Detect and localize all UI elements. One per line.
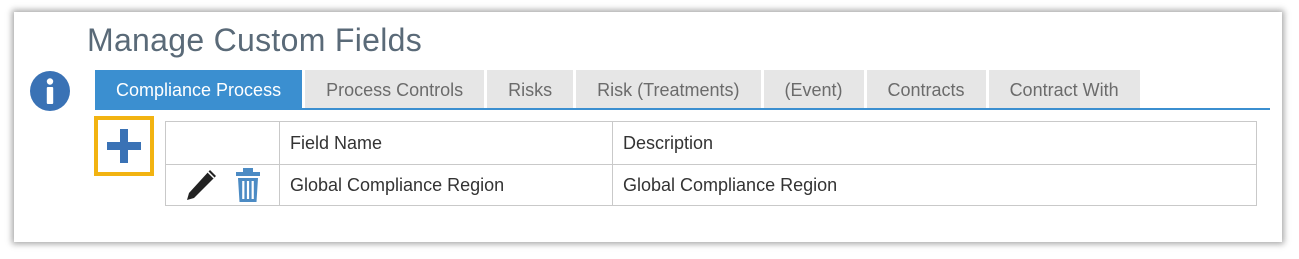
tab-underline <box>95 108 1270 110</box>
manage-custom-fields-panel: Manage Custom Fields Compliance Process … <box>14 12 1282 242</box>
column-header-field-name: Field Name <box>279 121 613 165</box>
tab-risk-treatments[interactable]: Risk (Treatments) <box>576 70 761 108</box>
tab-compliance-process[interactable]: Compliance Process <box>95 70 303 108</box>
page-title: Manage Custom Fields <box>87 22 423 58</box>
tab-contract-with[interactable]: Contract With <box>988 70 1140 108</box>
plus-icon <box>107 129 141 163</box>
add-field-button[interactable] <box>94 116 154 176</box>
tab-contracts[interactable]: Contracts <box>866 70 986 108</box>
tab-bar: Compliance Process Process Controls Risk… <box>95 70 1143 108</box>
trash-icon[interactable] <box>235 167 261 203</box>
field-name-cell: Global Compliance Region <box>279 164 613 206</box>
column-header-actions <box>165 121 280 165</box>
table-header-row: Field Name Description <box>165 121 1257 165</box>
row-actions-cell <box>165 164 280 206</box>
tab-process-controls[interactable]: Process Controls <box>305 70 485 108</box>
pencil-icon[interactable] <box>182 166 220 204</box>
description-cell: Global Compliance Region <box>612 164 1257 206</box>
tab-event[interactable]: (Event) <box>763 70 864 108</box>
info-icon[interactable] <box>29 70 71 112</box>
custom-fields-table: Field Name Description Global Compliance <box>165 121 1257 206</box>
column-header-description: Description <box>612 121 1257 165</box>
table-row: Global Compliance Region Global Complian… <box>165 164 1257 206</box>
tab-risks[interactable]: Risks <box>487 70 574 108</box>
